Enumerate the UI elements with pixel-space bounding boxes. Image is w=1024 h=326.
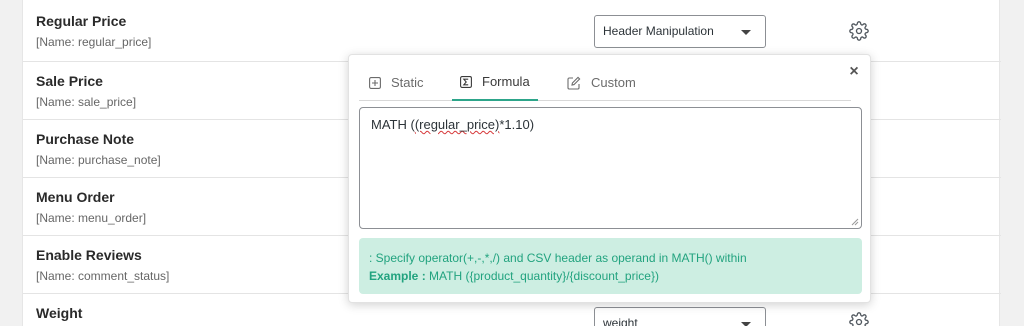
field-source-select[interactable]: weight <box>594 307 766 326</box>
formula-prefix: MATH ( <box>371 117 415 132</box>
help-text: : Specify operator(+,-,*,/) and CSV head… <box>369 251 747 265</box>
popup-tabs: Static Formula Custom <box>359 64 851 101</box>
field-name-meta: [Name: comment_status] <box>36 269 170 283</box>
tab-static[interactable]: Static <box>361 64 432 101</box>
resize-handle-icon[interactable] <box>851 218 859 226</box>
formula-suffix: *1.10) <box>499 117 535 132</box>
tab-custom[interactable]: Custom <box>559 64 644 101</box>
field-label: Menu Order <box>36 189 115 205</box>
field-label: Sale Price <box>36 73 103 89</box>
field-label: Weight <box>36 305 83 321</box>
chevron-down-icon <box>741 322 751 326</box>
formula-textarea[interactable]: MATH ((regular_price)*1.10) <box>359 107 862 229</box>
edit-icon <box>567 76 581 90</box>
field-source-select[interactable]: Header Manipulation <box>594 15 766 48</box>
select-value: weight <box>603 316 638 326</box>
field-name-meta: [Name: purchase_note] <box>36 153 161 167</box>
tab-label: Custom <box>591 75 636 90</box>
help-example-value: MATH ({product_quantity}/{discount_price… <box>425 269 659 283</box>
close-icon[interactable]: × <box>846 64 862 80</box>
field-label: Regular Price <box>36 13 127 29</box>
formula-help-box: : Specify operator(+,-,*,/) and CSV head… <box>359 238 862 294</box>
formula-popup: Static Formula Custom × MATH ((regular_p… <box>348 54 871 303</box>
field-row-regular-price: Regular Price [Name: regular_price] Head… <box>23 0 1001 57</box>
help-example-label: Example : <box>369 269 426 283</box>
field-name-meta: [Name: regular_price] <box>36 35 152 49</box>
plus-square-icon <box>369 76 381 89</box>
chevron-down-icon <box>741 30 751 35</box>
gear-icon[interactable] <box>849 312 869 326</box>
sigma-icon <box>460 75 472 88</box>
field-label: Purchase Note <box>36 131 135 147</box>
select-value: Header Manipulation <box>603 24 714 38</box>
field-name-meta: [Name: menu_order] <box>36 211 147 225</box>
tab-label: Formula <box>482 74 530 89</box>
formula-token: (regular_price) <box>414 117 500 132</box>
gear-icon[interactable] <box>849 21 869 41</box>
field-label: Enable Reviews <box>36 247 142 263</box>
tab-label: Static <box>391 75 424 90</box>
tab-formula[interactable]: Formula <box>452 64 538 101</box>
help-example: Example : MATH ({product_quantity}/{disc… <box>369 267 852 285</box>
field-name-meta: [Name: sale_price] <box>36 95 137 109</box>
